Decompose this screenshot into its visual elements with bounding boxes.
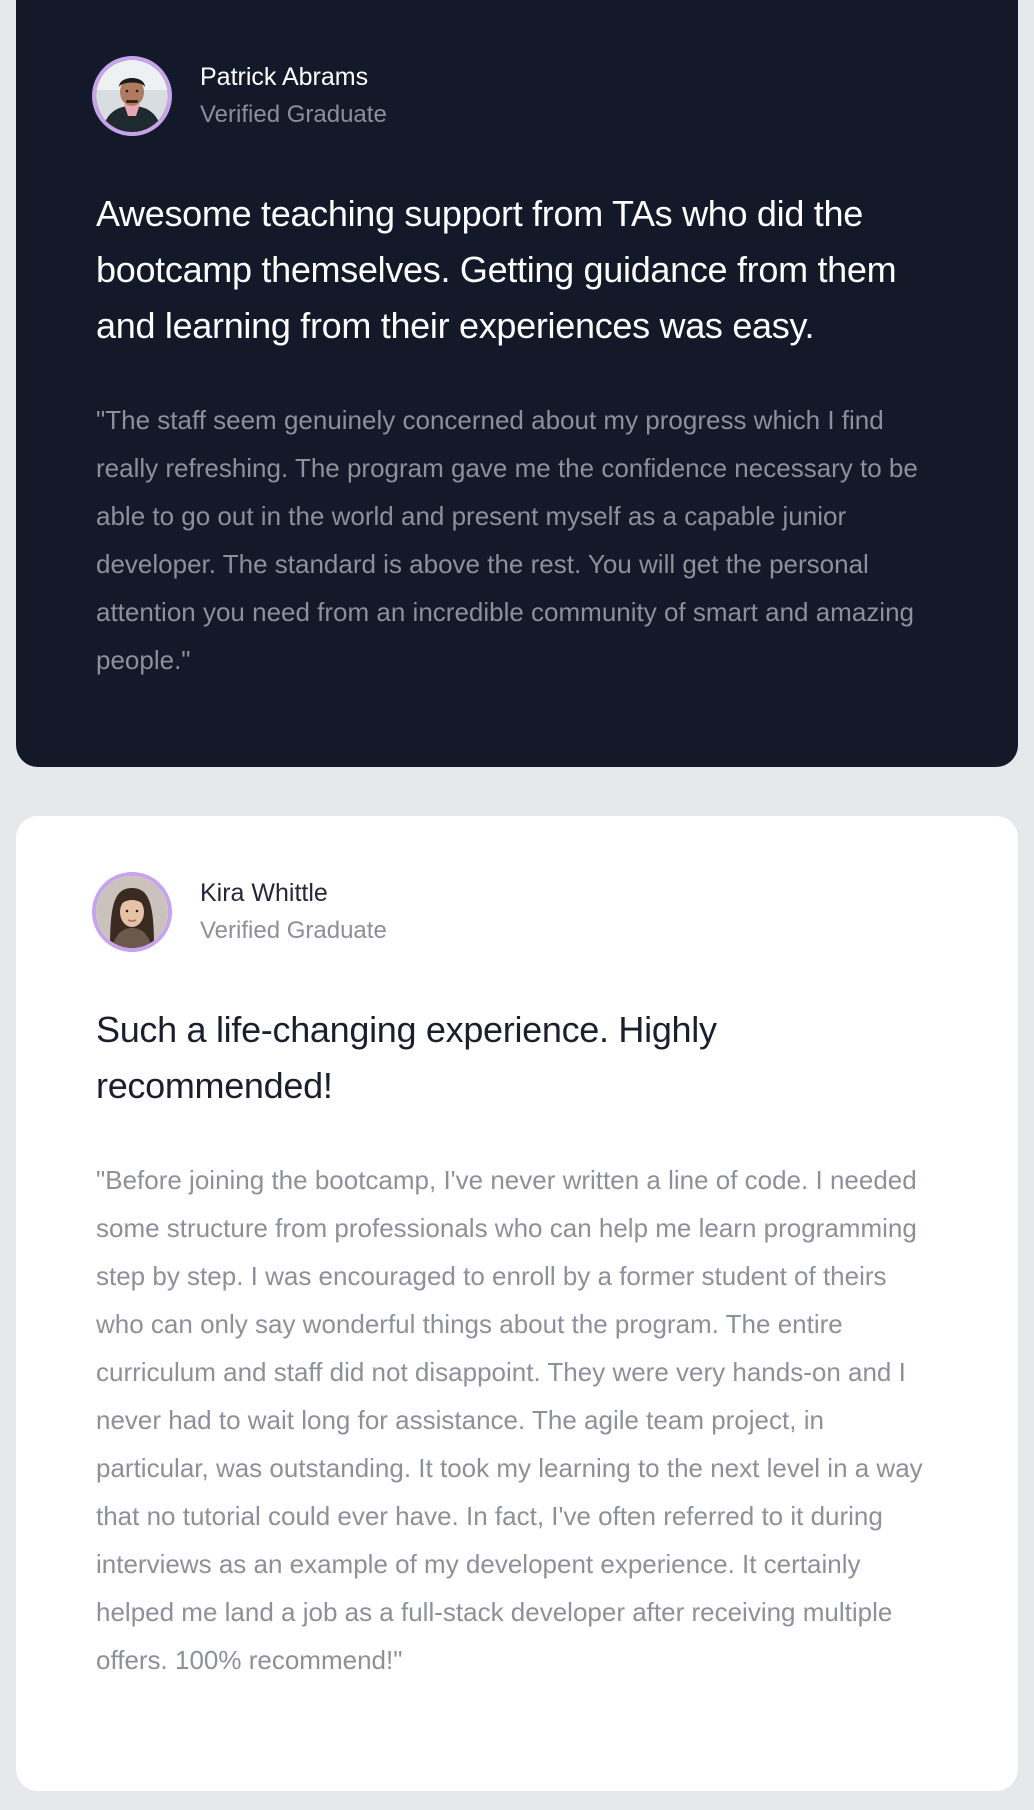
author-name: Patrick Abrams (200, 63, 369, 91)
testimonial-quote: "The staff seem genuinely concerned abou… (96, 405, 918, 675)
testimonial-card-patrick: Patrick Abrams Verified Graduate Awesome… (16, 0, 1018, 767)
avatar-patrick-icon (96, 60, 168, 132)
avatar (92, 872, 172, 952)
testimonial-headline: Such a life-changing experience. Highly … (96, 1009, 717, 1106)
author-role: Verified Graduate (200, 101, 387, 128)
avatar (92, 56, 172, 136)
testimonial-headline: Awesome teaching support from TAs who di… (96, 193, 897, 346)
testimonial-card-kira: Kira Whittle Verified Graduate Such a li… (16, 816, 1018, 1791)
testimonial-author: Kira Whittle Verified Graduate (92, 868, 938, 956)
author-role: Verified Graduate (200, 917, 387, 944)
avatar-kira-icon (96, 876, 168, 948)
testimonial-quote: "Before joining the bootcamp, I've never… (96, 1165, 923, 1675)
author-name: Kira Whittle (200, 879, 328, 907)
testimonials-page: Patrick Abrams Verified Graduate Awesome… (0, 0, 1034, 1810)
testimonial-author: Patrick Abrams Verified Graduate (92, 52, 938, 140)
